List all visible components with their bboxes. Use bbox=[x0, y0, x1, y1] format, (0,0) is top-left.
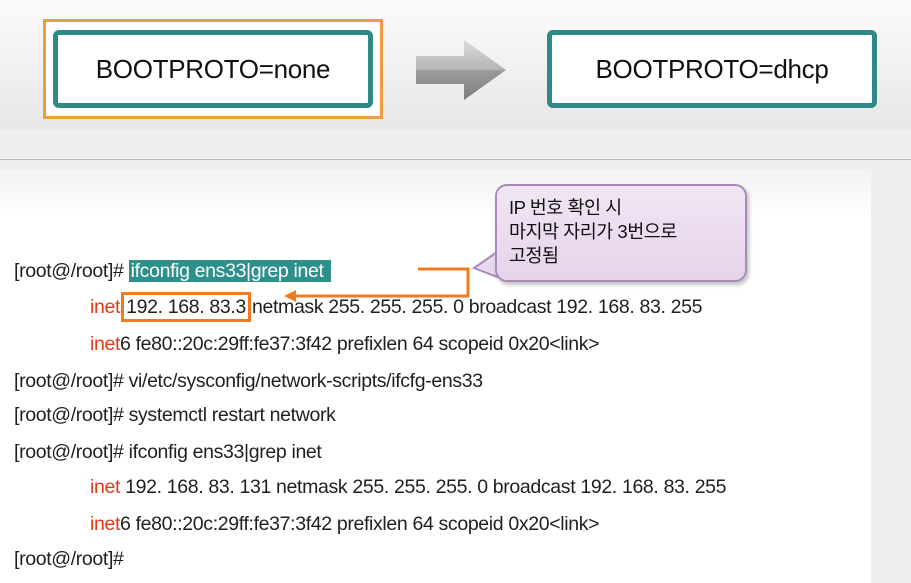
callout-line-1: IP 번호 확인 시 bbox=[509, 197, 622, 218]
callout-line-3: 고정됨 bbox=[509, 245, 559, 266]
note-callout: IP 번호 확인 시 마지막 자리가 3번으로 고정됨 bbox=[495, 184, 747, 282]
callout-connector bbox=[284, 248, 501, 302]
callout-line-2: 마지막 자리가 3번으로 bbox=[509, 221, 677, 242]
